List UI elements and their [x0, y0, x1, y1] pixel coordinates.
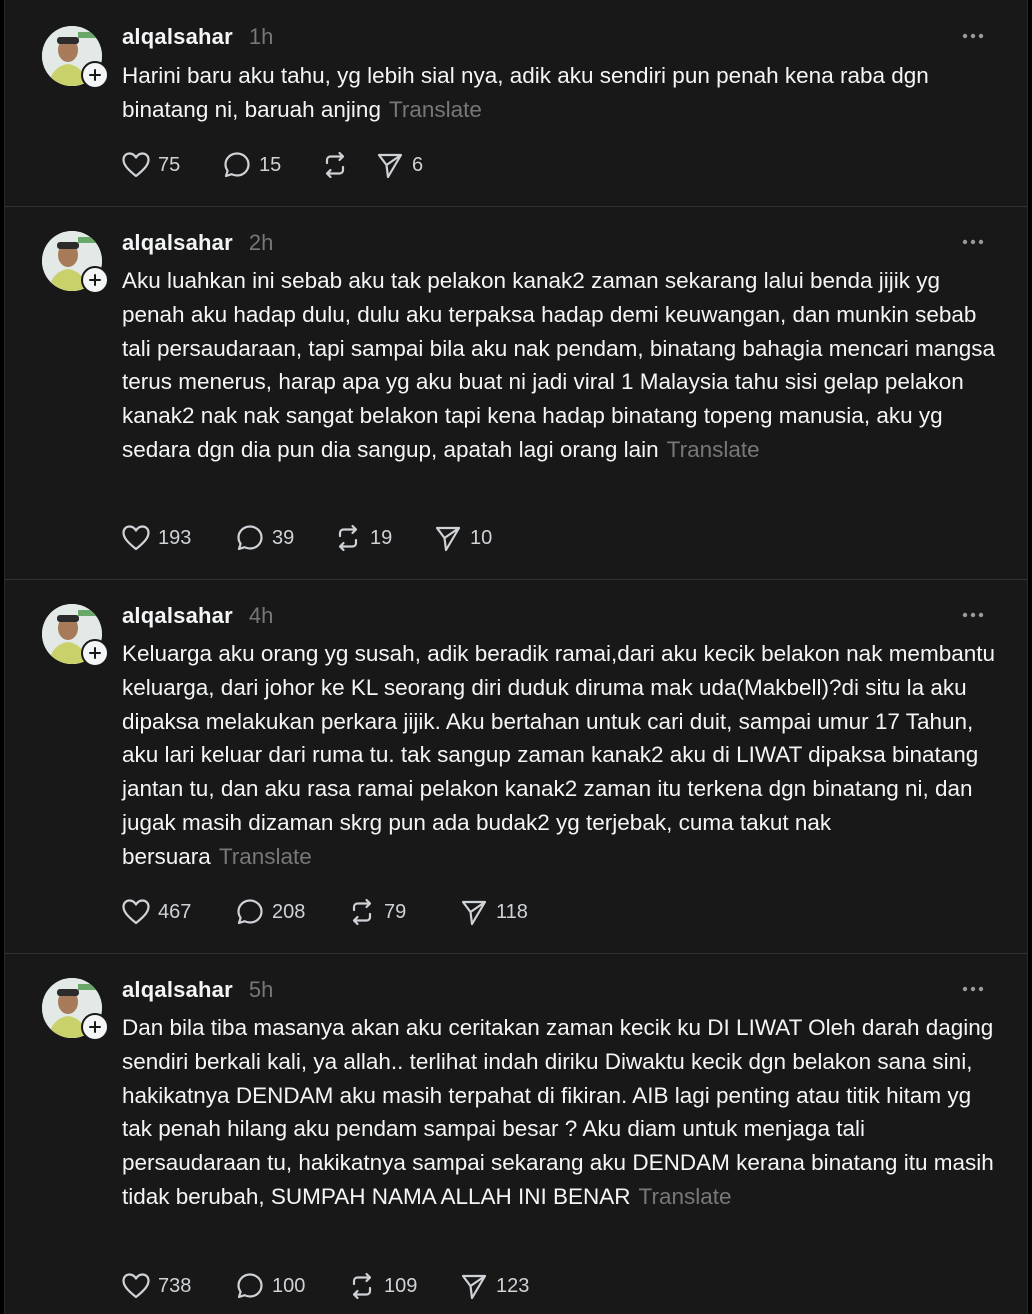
share-count: 118 [496, 900, 528, 923]
follow-button[interactable] [81, 61, 109, 89]
comment-icon [224, 152, 250, 178]
send-icon [461, 1274, 487, 1300]
post[interactable]: alqalsahar 4h Keluarga aku orang yg susa… [5, 580, 1027, 954]
comment-icon [237, 899, 263, 925]
reply-button[interactable]: 39 [236, 524, 334, 552]
more-icon [962, 986, 984, 992]
more-icon [962, 33, 984, 39]
repost-button[interactable] [321, 151, 376, 179]
follow-button[interactable] [81, 1013, 109, 1041]
translate-link[interactable]: Translate [389, 97, 482, 122]
post-text-content: Harini baru aku tahu, yg lebih sial nya,… [122, 63, 929, 122]
repost-count: 109 [384, 1274, 418, 1297]
send-icon [461, 900, 487, 926]
like-button[interactable]: 75 [122, 152, 223, 178]
post-time[interactable]: 4h [249, 603, 273, 629]
translate-link[interactable]: Translate [639, 1184, 732, 1209]
heart-icon [122, 152, 150, 178]
more-options-button[interactable] [959, 603, 987, 627]
like-count: 467 [158, 900, 192, 923]
thread-feed: alqalsahar 1h Harini baru aku tahu, yg l… [4, 0, 1028, 1314]
plus-icon [89, 274, 101, 286]
heart-icon [122, 1273, 150, 1299]
reply-count: 208 [272, 900, 306, 923]
post-text: Harini baru aku tahu, yg lebih sial nya,… [122, 59, 1002, 127]
send-icon [435, 526, 461, 552]
post[interactable]: alqalsahar 1h Harini baru aku tahu, yg l… [5, 0, 1027, 207]
post-header: alqalsahar 5h [122, 975, 987, 1005]
more-options-button[interactable] [959, 977, 987, 1001]
comment-icon [237, 1273, 263, 1299]
username[interactable]: alqalsahar [122, 977, 233, 1003]
translate-link[interactable]: Translate [667, 437, 760, 462]
repost-icon [338, 524, 358, 552]
reply-button[interactable]: 15 [223, 151, 321, 179]
post[interactable]: alqalsahar 2h Aku luahkan ini sebab aku … [5, 207, 1027, 580]
plus-icon [89, 1021, 101, 1033]
post-text-content: Dan bila tiba masanya akan aku ceritakan… [122, 1015, 994, 1209]
username[interactable]: alqalsahar [122, 603, 233, 629]
reply-count: 15 [259, 153, 282, 176]
more-options-button[interactable] [959, 230, 987, 254]
follow-button[interactable] [81, 639, 109, 667]
post-header: alqalsahar 2h [122, 228, 987, 258]
post-text: Keluarga aku orang yg susah, adik beradi… [122, 637, 1002, 874]
reply-button[interactable]: 208 [236, 898, 348, 926]
post-actions: 75 15 6 [122, 148, 423, 182]
repost-button[interactable]: 79 [348, 898, 460, 926]
like-count: 738 [158, 1274, 192, 1297]
reply-button[interactable]: 100 [236, 1272, 348, 1300]
post-text: Aku luahkan ini sebab aku tak pelakon ka… [122, 264, 1002, 467]
post-actions: 738 100 109 123 [122, 1269, 529, 1303]
more-icon [962, 239, 984, 245]
reply-count: 39 [272, 526, 295, 549]
share-button[interactable]: 10 [434, 524, 492, 552]
like-count: 75 [158, 153, 181, 176]
share-button[interactable]: 6 [376, 151, 423, 179]
share-count: 10 [470, 526, 493, 549]
post-actions: 467 208 79 118 [122, 895, 528, 929]
share-count: 123 [496, 1274, 530, 1297]
translate-link[interactable]: Translate [219, 844, 312, 869]
username[interactable]: alqalsahar [122, 230, 233, 256]
reply-count: 100 [272, 1274, 306, 1297]
share-count: 6 [412, 153, 424, 176]
like-button[interactable]: 467 [122, 899, 236, 925]
plus-icon [89, 647, 101, 659]
follow-button[interactable] [81, 266, 109, 294]
comment-icon [237, 525, 263, 551]
post-time[interactable]: 5h [249, 977, 273, 1003]
like-button[interactable]: 193 [122, 525, 236, 551]
post-time[interactable]: 1h [249, 24, 273, 50]
heart-icon [122, 525, 150, 551]
repost-count: 79 [384, 900, 407, 923]
repost-button[interactable]: 109 [348, 1272, 460, 1300]
more-icon [962, 612, 984, 618]
like-button[interactable]: 738 [122, 1273, 236, 1299]
post-text: Dan bila tiba masanya akan aku ceritakan… [122, 1011, 1002, 1214]
heart-icon [122, 899, 150, 925]
share-button[interactable]: 118 [460, 898, 528, 926]
like-count: 193 [158, 526, 192, 549]
share-button[interactable]: 123 [460, 1272, 529, 1300]
send-icon [377, 153, 403, 179]
more-options-button[interactable] [959, 24, 987, 48]
post-header: alqalsahar 1h [122, 22, 987, 52]
username[interactable]: alqalsahar [122, 24, 233, 50]
repost-icon [325, 151, 345, 179]
repost-button[interactable]: 19 [334, 524, 434, 552]
post-text-content: Keluarga aku orang yg susah, adik beradi… [122, 641, 995, 869]
post-actions: 193 39 19 10 [122, 521, 492, 555]
post-text-content: Aku luahkan ini sebab aku tak pelakon ka… [122, 268, 996, 462]
post[interactable]: alqalsahar 5h Dan bila tiba masanya akan… [5, 954, 1027, 1314]
plus-icon [89, 69, 101, 81]
post-time[interactable]: 2h [249, 230, 273, 256]
repost-icon [352, 898, 372, 926]
repost-icon [352, 1272, 372, 1300]
repost-count: 19 [370, 526, 393, 549]
post-header: alqalsahar 4h [122, 601, 987, 631]
